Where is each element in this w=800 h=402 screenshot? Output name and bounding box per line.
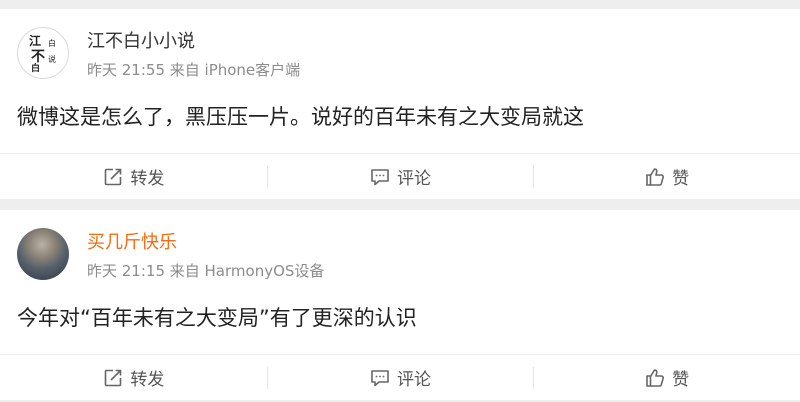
comment-label: 评论 bbox=[397, 370, 431, 390]
avatar[interactable]: 江 白 不 说 白 bbox=[17, 27, 69, 79]
comment-button[interactable]: 评论 bbox=[266, 154, 534, 199]
like-icon bbox=[646, 368, 665, 387]
avatar-text: 不 bbox=[31, 49, 45, 65]
repost-label: 转发 bbox=[130, 370, 165, 390]
post-meta: 昨天 21:55 来自 iPhone客户端 bbox=[87, 61, 301, 79]
action-bar: 转发 评论 赞 bbox=[0, 354, 800, 400]
repost-icon bbox=[105, 168, 122, 185]
avatar-text: 白 bbox=[31, 64, 41, 74]
username[interactable]: 买几斤快乐 bbox=[87, 228, 177, 254]
post-card: 买几斤快乐 昨天 21:15 来自 HarmonyOS设备 今年对“百年未有之大… bbox=[0, 210, 800, 400]
repost-button[interactable]: 转发 bbox=[0, 355, 267, 400]
like-label: 赞 bbox=[672, 169, 690, 189]
avatar-text: 说 bbox=[48, 55, 56, 64]
comment-label: 评论 bbox=[397, 169, 431, 189]
post-card: 江 白 不 说 白 江不白小小说 昨天 21:55 来自 iPhone客户端 微… bbox=[0, 9, 800, 199]
like-button[interactable]: 赞 bbox=[533, 154, 800, 199]
repost-label: 转发 bbox=[130, 169, 165, 189]
comment-icon bbox=[371, 369, 389, 386]
avatar[interactable] bbox=[17, 228, 69, 280]
post-meta: 昨天 21:15 来自 HarmonyOS设备 bbox=[87, 262, 325, 280]
repost-icon bbox=[105, 369, 122, 386]
avatar-text: 江 bbox=[29, 34, 42, 48]
post-content: 微博这是怎么了，黑压压一片。说好的百年未有之大变局就这 bbox=[17, 105, 584, 129]
action-bar: 转发 评论 赞 bbox=[0, 153, 800, 199]
post-content: 今年对“百年未有之大变局”有了更深的认识 bbox=[17, 306, 417, 330]
like-label: 赞 bbox=[672, 370, 690, 390]
comment-icon bbox=[371, 168, 389, 185]
like-button[interactable]: 赞 bbox=[533, 355, 800, 400]
comment-button[interactable]: 评论 bbox=[266, 355, 534, 400]
like-icon bbox=[646, 167, 665, 186]
avatar-text: 白 bbox=[48, 39, 56, 48]
repost-button[interactable]: 转发 bbox=[0, 154, 267, 199]
username[interactable]: 江不白小小说 bbox=[87, 27, 195, 53]
